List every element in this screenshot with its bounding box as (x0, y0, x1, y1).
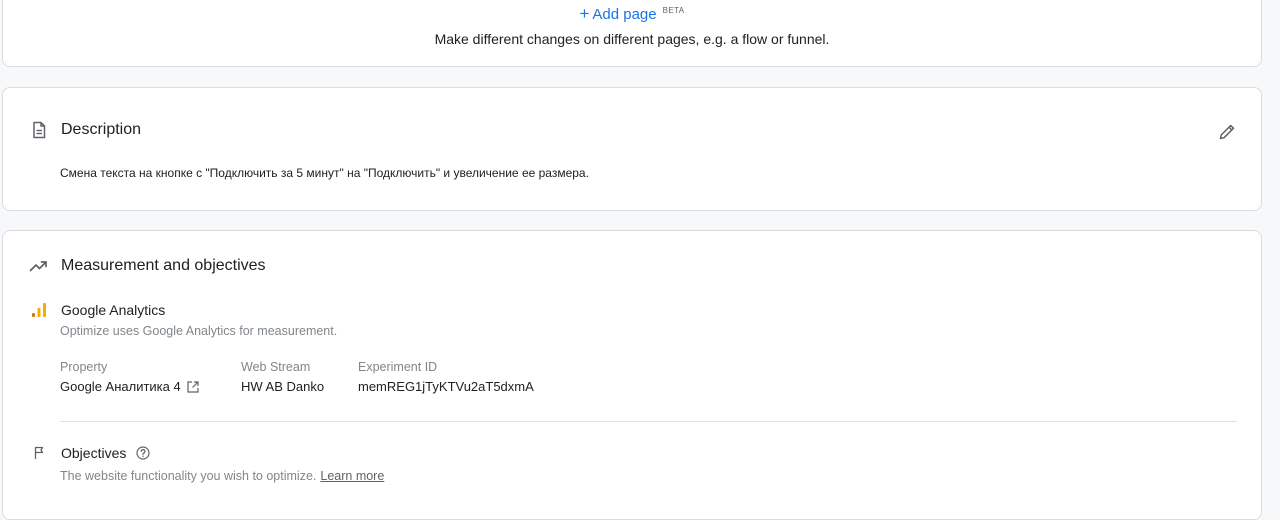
add-page-card: + Add page BETA Make different changes on … (2, 0, 1262, 67)
add-page-row: + Add page BETA (3, 4, 1261, 24)
measurement-card: Measurement and objectives Google Analyt… (2, 230, 1262, 520)
document-icon (29, 120, 49, 140)
open-in-new-icon[interactable] (186, 380, 200, 394)
measurement-header: Measurement and objectives (29, 256, 266, 276)
google-analytics-row: Google Analytics (31, 302, 165, 318)
analytics-subtitle: Optimize uses Google Analytics for measu… (60, 324, 338, 338)
measurement-title: Measurement and objectives (61, 257, 266, 274)
web-stream-label: Web Stream (241, 360, 311, 374)
flag-icon (33, 446, 47, 460)
divider (60, 421, 1237, 422)
objectives-subtitle: The website functionality you wish to op… (60, 469, 384, 483)
experiment-id-value: memREG1jTyKTVu2aT5dxmA (358, 379, 534, 394)
description-title: Description (61, 121, 142, 138)
add-icon[interactable]: + (579, 4, 589, 23)
beta-badge: BETA (662, 6, 685, 15)
description-card: Description Смена текста на кнопке с "По… (2, 87, 1262, 211)
description-text: Смена текста на кнопке с "Подключить за … (60, 166, 589, 180)
pencil-icon[interactable] (1217, 122, 1237, 142)
add-page-link[interactable]: Add page (592, 6, 656, 23)
description-header: Description (29, 120, 141, 140)
trending-up-icon (29, 256, 49, 276)
experiment-id-label: Experiment ID (358, 360, 438, 374)
add-page-help-text: Make different changes on different page… (434, 31, 830, 47)
property-field: Property Google Аналитика 4 (60, 360, 200, 394)
property-name[interactable]: Google Аналитика 4 (60, 379, 181, 394)
analytics-bars-icon (31, 302, 47, 318)
objectives-subtitle-text: The website functionality you wish to op… (60, 469, 317, 483)
web-stream-field: Web Stream HW AB Danko (241, 360, 324, 394)
objectives-row: Objectives (33, 445, 150, 461)
web-stream-value: HW AB Danko (241, 379, 325, 394)
experiment-id-field: Experiment ID memREG1jTyKTVu2aT5dxmA (358, 360, 534, 394)
learn-more-link[interactable]: Learn more (320, 469, 384, 483)
help-icon[interactable] (136, 446, 150, 460)
analytics-title: Google Analytics (61, 302, 166, 318)
objectives-title: Objectives (61, 445, 127, 461)
property-label: Property (60, 360, 108, 374)
property-value[interactable]: Google Аналитика 4 (60, 379, 200, 394)
